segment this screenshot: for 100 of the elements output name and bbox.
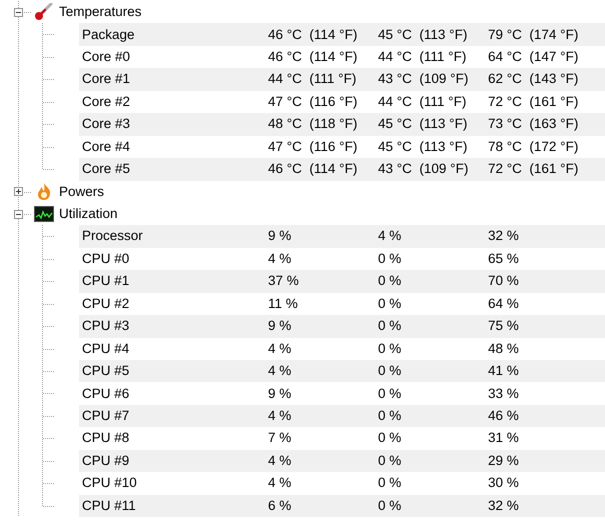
sensor-row[interactable]: Processor 9 % 4 % 32 % xyxy=(79,225,605,248)
sensor-label: CPU #5 xyxy=(82,362,130,380)
sensor-value: 79 °C (174 °F) xyxy=(488,26,580,44)
sensor-value: 4 % xyxy=(268,362,292,380)
sensor-value: 64 % xyxy=(488,294,520,313)
sensor-value: 0 % xyxy=(378,250,402,268)
sensor-label: CPU #1 xyxy=(82,272,130,290)
sensor-value: 32 % xyxy=(488,227,520,246)
sensor-value: 9 % xyxy=(268,384,292,403)
sensor-value: 4 % xyxy=(268,474,292,492)
expand-toggle[interactable] xyxy=(14,210,23,219)
sensor-value: 29 % xyxy=(488,452,520,470)
sensor-value: 46 °C (114 °F) xyxy=(268,26,358,44)
sensor-label: CPU #8 xyxy=(82,429,130,448)
sensor-value: 0 % xyxy=(378,406,402,425)
sensor-label: CPU #6 xyxy=(82,384,130,403)
sensor-value: 44 °C (111 °F) xyxy=(378,48,468,66)
sensor-value: 46 % xyxy=(488,406,520,425)
sensor-row[interactable]: CPU #11 6 % 0 % 32 % xyxy=(79,494,605,518)
sensor-value: 33 % xyxy=(488,384,520,403)
sensor-value: 75 % xyxy=(488,317,520,336)
sensor-label: CPU #0 xyxy=(82,250,130,268)
sensor-value: 48 °C (118 °F) xyxy=(268,115,358,134)
sensor-value: 0 % xyxy=(378,362,402,380)
sensor-value: 46 °C (114 °F) xyxy=(268,160,358,178)
sensor-value: 0 % xyxy=(378,452,402,470)
sensor-value: 78 °C (172 °F) xyxy=(488,138,580,156)
sensor-value: 0 % xyxy=(378,317,402,336)
sensor-value: 47 °C (116 °F) xyxy=(268,92,358,111)
sensor-value: 47 °C (116 °F) xyxy=(268,138,358,156)
sensor-value: 72 °C (161 °F) xyxy=(488,160,580,178)
sensor-value: 43 °C (109 °F) xyxy=(378,160,470,178)
sensor-label: CPU #11 xyxy=(82,496,137,515)
group-label: Powers xyxy=(59,182,104,201)
sensor-label: CPU #10 xyxy=(82,474,138,492)
sensor-value: 4 % xyxy=(378,227,402,246)
sensor-value: 0 % xyxy=(378,272,402,290)
sensor-value: 70 % xyxy=(488,272,520,290)
sensor-value: 64 °C (147 °F) xyxy=(488,48,580,66)
group-label: Utilization xyxy=(59,205,118,224)
sensor-row[interactable]: CPU #3 9 % 0 % 75 % xyxy=(79,315,605,338)
sensor-value: 73 °C (163 °F) xyxy=(488,115,580,134)
sensor-value: 65 % xyxy=(488,250,520,268)
sensor-label: CPU #3 xyxy=(82,317,130,336)
graph-icon xyxy=(34,206,54,222)
sensor-label: Core #5 xyxy=(82,160,132,178)
sensor-value: 0 % xyxy=(378,496,402,515)
sensor-row[interactable]: Core #3 48 °C (118 °F) 45 °C (113 °F) 73 °C (163 °F) xyxy=(79,113,605,136)
sensor-value: 0 % xyxy=(378,429,402,448)
sensor-value: 30 % xyxy=(488,474,520,492)
sensor-row[interactable]: Package 46 °C (114 °F) 45 °C (113 °F) 79 °C (174 °F) xyxy=(79,23,605,46)
expand-toggle[interactable] xyxy=(14,187,23,196)
sensor-value: 41 % xyxy=(488,362,520,380)
sensor-value: 37 % xyxy=(268,272,300,290)
sensor-value: 45 °C (113 °F) xyxy=(378,138,468,156)
sensor-value: 4 % xyxy=(268,250,292,268)
flame-icon xyxy=(36,182,52,202)
sensor-value: 4 % xyxy=(268,452,292,470)
sensor-value: 32 % xyxy=(488,496,520,515)
sensor-value: 44 °C (111 °F) xyxy=(268,70,358,88)
sensor-label: Processor xyxy=(82,227,144,246)
sensor-row[interactable]: Core #1 44 °C (111 °F) 43 °C (109 °F) 62 °C (143 °F) xyxy=(79,68,605,91)
group-label: Temperatures xyxy=(59,3,142,22)
sensor-value: 45 °C (113 °F) xyxy=(378,26,468,44)
sensor-value: 46 °C (114 °F) xyxy=(268,48,358,66)
sensor-label: Core #0 xyxy=(82,48,132,66)
sensor-value: 0 % xyxy=(378,474,402,492)
sensor-value: 9 % xyxy=(268,227,292,246)
sensor-value: 0 % xyxy=(378,384,402,403)
sensor-label: CPU #7 xyxy=(82,406,130,425)
plus-icon xyxy=(15,188,22,196)
sensor-value: 44 °C (111 °F) xyxy=(378,92,468,111)
sensor-value: 62 °C (143 °F) xyxy=(488,70,580,88)
sensor-value: 9 % xyxy=(268,317,292,336)
sensor-label: Core #2 xyxy=(82,92,132,111)
sensor-value: 4 % xyxy=(268,340,292,358)
sensor-label: Core #3 xyxy=(82,115,132,134)
sensor-value: 48 % xyxy=(488,340,520,358)
sensor-label: CPU #9 xyxy=(82,452,130,470)
sensor-label: Core #4 xyxy=(82,138,132,156)
sensor-value: 4 % xyxy=(268,406,292,425)
sensor-row[interactable]: CPU #5 4 % 0 % 41 % xyxy=(79,360,605,382)
sensor-value: 45 °C (113 °F) xyxy=(378,115,468,134)
sensor-value: 7 % xyxy=(268,429,292,448)
thermometer-icon xyxy=(34,3,54,22)
sensor-row[interactable]: CPU #7 4 % 0 % 46 % xyxy=(79,404,605,428)
sensor-label: CPU #2 xyxy=(82,294,130,313)
sensor-row[interactable]: CPU #1 37 % 0 % 70 % xyxy=(79,270,605,293)
sensor-value: 6 % xyxy=(268,496,292,515)
sensor-value: 43 °C (109 °F) xyxy=(378,70,470,88)
sensor-value: 0 % xyxy=(378,294,402,313)
expand-toggle[interactable] xyxy=(14,8,23,17)
sensor-value: 11 % xyxy=(268,294,299,313)
sensor-row[interactable]: CPU #9 4 % 0 % 29 % xyxy=(79,450,605,472)
sensor-value: 72 °C (161 °F) xyxy=(488,92,580,111)
sensor-value: 0 % xyxy=(378,340,402,358)
sensor-label: Package xyxy=(82,26,136,44)
sensor-row[interactable]: Core #5 46 °C (114 °F) 43 °C (109 °F) 72 °C (161 °F) xyxy=(79,158,605,180)
sensor-label: CPU #4 xyxy=(82,340,130,358)
sensor-label: Core #1 xyxy=(82,70,132,88)
